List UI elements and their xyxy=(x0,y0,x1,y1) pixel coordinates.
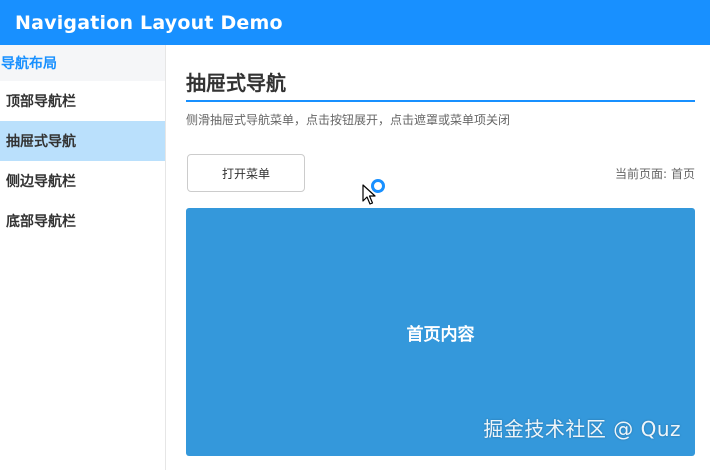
nav-list: 顶部导航栏 抽屉式导航 侧边导航栏 底部导航栏 xyxy=(0,81,165,241)
app-title: Navigation Layout Demo xyxy=(15,11,283,34)
app-header: Navigation Layout Demo xyxy=(0,0,710,45)
main-content: 抽屉式导航 侧滑抽屉式导航菜单，点击按钮展开，点击遮罩或菜单项关闭 打开菜单 当… xyxy=(186,45,695,470)
sidebar-heading: 导航布局 xyxy=(0,45,165,81)
page-description: 侧滑抽屉式导航菜单，点击按钮展开，点击遮罩或菜单项关闭 xyxy=(186,113,511,127)
open-menu-button[interactable]: 打开菜单 xyxy=(187,154,305,192)
current-page-label: 当前页面: xyxy=(614,167,667,181)
watermark: 掘金技术社区 @ Quz xyxy=(483,417,681,441)
sidebar-item-bottom-nav[interactable]: 底部导航栏 xyxy=(0,201,165,241)
sidebar-item-drawer-nav[interactable]: 抽屉式导航 xyxy=(0,121,165,161)
sidebar-item-side-nav[interactable]: 侧边导航栏 xyxy=(0,161,165,201)
current-page-indicator: 当前页面: 首页 xyxy=(615,165,695,182)
page-title: 抽屉式导航 xyxy=(186,71,286,95)
sidebar-item-top-nav[interactable]: 顶部导航栏 xyxy=(0,81,165,121)
current-page-value: 首页 xyxy=(670,167,695,181)
content-panel: 首页内容 掘金技术社区 @ Quz xyxy=(186,208,695,456)
content-label: 首页内容 xyxy=(406,324,475,345)
title-divider xyxy=(186,100,695,102)
sidebar: 导航布局 顶部导航栏 抽屉式导航 侧边导航栏 底部导航栏 xyxy=(0,45,166,470)
